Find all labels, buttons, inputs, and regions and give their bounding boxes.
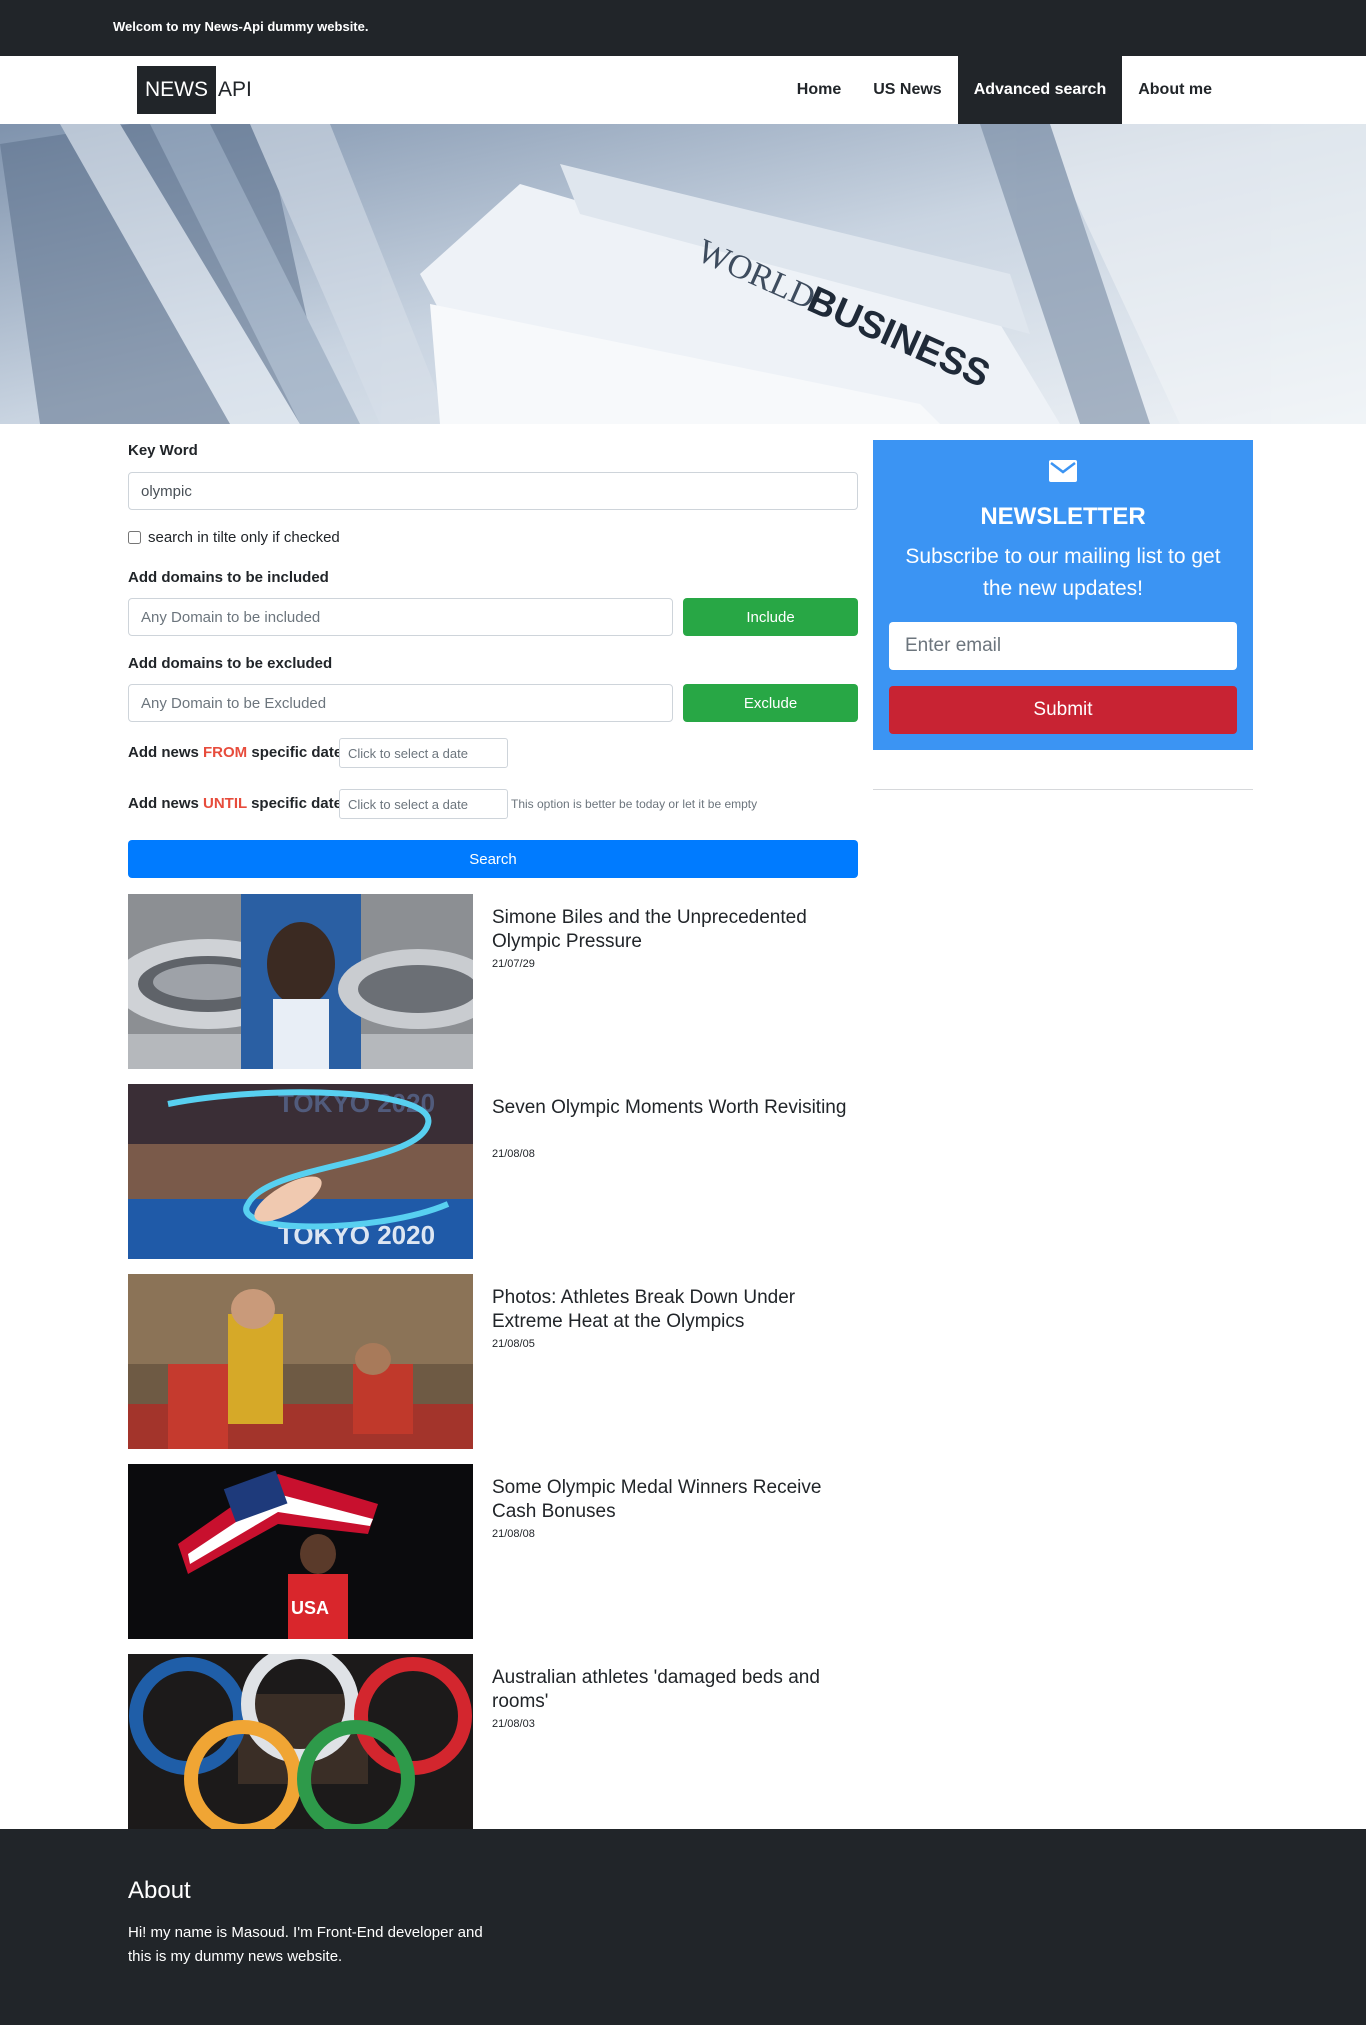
until-date-label: Add news UNTIL specific date [128, 795, 342, 812]
newsletter-title: NEWSLETTER [980, 503, 1146, 530]
include-button[interactable]: Include [683, 598, 858, 636]
logo-part-api: API [218, 78, 252, 101]
hero-banner: WORLD BUSINESS [0, 124, 1366, 424]
newsletter-submit-button[interactable]: Submit [889, 686, 1237, 734]
from-prefix: Add news [128, 744, 199, 761]
usa-flag-athlete-image[interactable]: USA [128, 1464, 473, 1639]
newsletter-panel: NEWSLETTER Subscribe to our mailing list… [873, 440, 1253, 750]
keyword-input[interactable] [128, 472, 858, 510]
article-item: USA Some Olympic Medal Winners Receive C… [128, 1464, 858, 1639]
include-domains-label: Add domains to be included [128, 569, 329, 586]
nav-home[interactable]: Home [781, 56, 857, 124]
newsletter-text: Subscribe to our mailing list to get the… [905, 545, 1221, 600]
until-suffix: specific date [251, 795, 342, 812]
article-item: Simone Biles and the Unprecedented Olymp… [128, 894, 858, 1069]
until-date-input[interactable] [339, 789, 508, 819]
article-title[interactable]: Australian athletes 'damaged beds and ro… [492, 1666, 852, 1714]
from-date-input[interactable] [339, 738, 508, 768]
search-button[interactable]: Search [128, 840, 858, 878]
navbar: NEWS API Home US News Advanced search Ab… [0, 56, 1366, 124]
article-item: Australian athletes 'damaged beds and ro… [128, 1654, 858, 1829]
from-suffix: specific date [251, 744, 343, 761]
article-title[interactable]: Some Olympic Medal Winners Receive Cash … [492, 1476, 852, 1524]
footer: About Hi! my name is Masoud. I'm Front-E… [0, 1829, 1366, 2025]
newsletter-email-input[interactable] [889, 622, 1237, 670]
article-date: 21/08/03 [492, 1718, 535, 1730]
athletes-heat-image[interactable] [128, 1274, 473, 1449]
from-word: FROM [203, 744, 248, 761]
exclude-button[interactable]: Exclude [683, 684, 858, 722]
gymnast-ribbon-image[interactable]: TOKYO 2020 TOKYO 2020 [128, 1084, 473, 1259]
until-word: UNTIL [203, 795, 247, 812]
logo-part-news: NEWS [137, 66, 216, 114]
nav-advanced-search[interactable]: Advanced search [957, 56, 1123, 124]
until-prefix: Add news [128, 795, 199, 812]
article-item: Photos: Athletes Break Down Under Extrem… [128, 1274, 858, 1449]
keyword-label: Key Word [128, 442, 198, 459]
article-date: 21/07/29 [492, 958, 535, 970]
sidebar-divider [873, 789, 1253, 790]
envelope-icon [1049, 460, 1077, 482]
title-only-checkbox[interactable] [128, 531, 141, 544]
article-date: 21/08/08 [492, 1148, 535, 1160]
article-title[interactable]: Photos: Athletes Break Down Under Extrem… [492, 1286, 852, 1334]
article-title[interactable]: Simone Biles and the Unprecedented Olymp… [492, 906, 852, 954]
top-announcement-bar: Welcom to my News-Api dummy website. [0, 0, 1366, 56]
nav-links: Home US News Advanced search About me [781, 56, 1228, 124]
article-item: TOKYO 2020 TOKYO 2020 Seven Olympic Mome… [128, 1084, 858, 1259]
title-only-label: search in tilte only if checked [148, 529, 340, 546]
site-logo[interactable]: NEWS API [137, 66, 252, 114]
stadium-portrait-image[interactable] [128, 894, 473, 1069]
from-date-label: Add news FROM specific date [128, 744, 342, 761]
exclude-domain-input[interactable] [128, 684, 673, 722]
footer-title: About [128, 1877, 191, 1904]
nav-us-news[interactable]: US News [857, 56, 957, 124]
include-domain-input[interactable] [128, 598, 673, 636]
newspaper-hero-image: WORLD BUSINESS [0, 124, 1366, 424]
footer-text: Hi! my name is Masoud. I'm Front-End dev… [128, 1924, 483, 1965]
svg-text:USA: USA [291, 1598, 329, 1618]
article-date: 21/08/08 [492, 1528, 535, 1540]
announcement-text: Welcom to my News-Api dummy website. [113, 19, 369, 34]
nav-about-me[interactable]: About me [1122, 56, 1228, 124]
until-date-hint: This option is better be today or let it… [511, 797, 758, 811]
article-title[interactable]: Seven Olympic Moments Worth Revisiting [492, 1096, 852, 1120]
exclude-domains-label: Add domains to be excluded [128, 655, 333, 672]
article-date: 21/08/05 [492, 1338, 535, 1350]
olympic-rings-image[interactable] [128, 1654, 473, 1829]
